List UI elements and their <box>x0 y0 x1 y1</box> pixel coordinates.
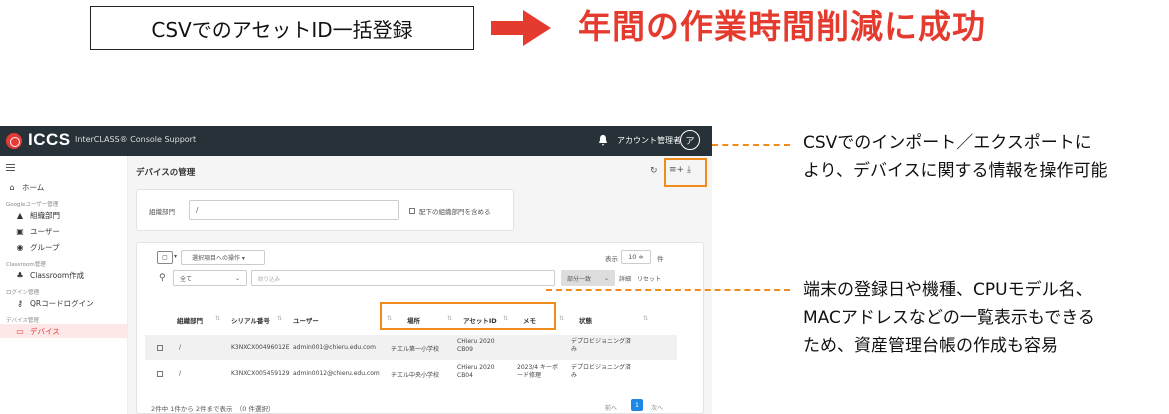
cell-org: / <box>179 370 182 377</box>
graduation-cap-icon: ▲ <box>16 211 24 220</box>
download-icon[interactable]: ⤓ <box>687 165 691 175</box>
account-name[interactable]: アカウント管理者 <box>617 135 681 146</box>
checkbox-icon[interactable] <box>409 208 415 214</box>
prev-page-button[interactable]: 前へ <box>605 403 617 412</box>
sidebar-group-google: Googleユーザー管理 <box>6 202 59 208</box>
cell-location: チエル中央小学校 <box>391 372 440 379</box>
column-header-org[interactable]: 組織部門 <box>177 315 203 325</box>
app-window: ICCS InterCLASS® Console Support アカウント管理… <box>0 126 712 414</box>
cell-org: / <box>179 344 182 351</box>
select-all-checkbox[interactable]: ▢ <box>157 251 173 264</box>
cell-status: デプロビジョニング済み <box>571 338 632 353</box>
annotation-csv-line1: CSVでのインポート／エクスポートに <box>803 133 1092 153</box>
sidebar-item-device[interactable]: ▭ デバイス <box>14 326 60 337</box>
chevron-down-icon: ⌄ <box>234 274 240 282</box>
page-size-select[interactable]: 10 ≑ <box>621 250 651 264</box>
bulk-action-button[interactable]: 選択項目への操作 ▾ <box>181 250 265 265</box>
column-header-status[interactable]: 状態 <box>579 315 592 325</box>
import-icon[interactable]: ≡+ <box>669 165 684 175</box>
cell-user: admin0012@chieru.edu.com <box>293 370 380 377</box>
classroom-icon: ♣ <box>16 271 24 280</box>
bell-icon[interactable] <box>598 135 608 146</box>
sort-icon[interactable]: ⇅ <box>215 315 220 322</box>
keyword-input[interactable]: 絞り込み <box>251 270 555 286</box>
sidebar-group-device: デバイス管理 <box>6 318 39 324</box>
current-page-button[interactable]: 1 <box>631 399 643 411</box>
chevron-down-icon: ⌄ <box>603 274 609 282</box>
sort-icon[interactable]: ⇅ <box>559 315 564 322</box>
menu-icon[interactable] <box>6 164 15 171</box>
filter-card: 組織部門 / 配下の組織部門を含める <box>136 189 514 231</box>
hero-title: CSVでのアセットID一括登録 <box>151 17 413 42</box>
sidebar-item-org[interactable]: ▲ 組織部門 <box>14 210 60 221</box>
sidebar-group-classroom: Classroom管理 <box>6 262 46 268</box>
laptop-icon: ▭ <box>16 327 24 336</box>
display-unit: 件 <box>657 255 664 263</box>
refresh-icon[interactable]: ↻ <box>650 166 658 176</box>
cell-memo: 2023/4 キーボード修理 <box>517 364 559 379</box>
cell-serial: K3NXCX00496012E <box>231 344 290 351</box>
sidebar-item-groups[interactable]: ◉ グループ <box>14 242 60 253</box>
key-icon: ⚷ <box>17 299 23 308</box>
column-header-user[interactable]: ユーザー <box>293 315 319 325</box>
logo-icon <box>6 133 22 149</box>
device-table-card: ▢ ▾ 選択項目への操作 ▾ 表示 10 ≑ 件 ⚲ 全て ⌄ 絞り込み 部分一致… <box>136 242 704 414</box>
org-label: 組織部門 <box>149 208 175 216</box>
annotation-list-line3: ため、資産管理台帳の作成も容易 <box>803 336 1058 356</box>
hero-title-box: CSVでのアセットID一括登録 <box>90 6 474 50</box>
row-checkbox[interactable] <box>157 371 163 377</box>
chevron-down-icon[interactable]: ▾ <box>174 253 177 260</box>
sidebar-item-home[interactable]: ⌂ ホーム <box>6 182 44 193</box>
main-content: デバイスの管理 ↻ ≡+ ⤓ 組織部門 / 配下の組織部門を含める ▢ ▾ 選択… <box>128 156 712 414</box>
include-sub-checkbox[interactable]: 配下の組織部門を含める <box>409 206 491 216</box>
brand-subtitle: InterCLASS® Console Support <box>75 135 197 144</box>
next-page-button[interactable]: 次へ <box>651 403 663 412</box>
table-row[interactable]: / K3NXCX00496012E admin001@chieru.edu.co… <box>145 335 677 360</box>
table-row[interactable]: / K3NXCX005459129 admin0012@chieru.edu.c… <box>145 361 677 386</box>
annotation-connector-csv <box>712 144 790 146</box>
column-header-serial[interactable]: シリアル番号 <box>231 315 270 325</box>
home-icon: ⌂ <box>9 183 15 192</box>
display-label: 表示 <box>605 255 618 263</box>
cell-asset: CHieru 2020 CB04 <box>457 364 495 379</box>
reset-link[interactable]: リセット <box>637 274 661 283</box>
sidebar-item-qr[interactable]: ⚷ QRコードログイン <box>14 298 94 309</box>
advanced-search-link[interactable]: 詳細 <box>619 274 631 283</box>
annotation-connector-list <box>546 289 790 291</box>
hero-headline: 年間の作業時間削減に成功 <box>578 7 986 46</box>
sort-icon[interactable]: ⇅ <box>277 315 282 322</box>
cell-status: デプロビジョニング済み <box>571 364 632 379</box>
table-footer-info: 2件中 1件から 2件まで表示 （0 件選択） <box>151 405 275 413</box>
avatar[interactable]: ア <box>680 130 700 150</box>
cell-serial: K3NXCX005459129 <box>231 370 290 377</box>
annotation-list-line2: MACアドレスなどの一覧表示もできる <box>803 308 1095 328</box>
page-title: デバイスの管理 <box>136 168 196 178</box>
arrow-right-icon <box>491 10 551 46</box>
sidebar-group-login: ログイン管理 <box>6 290 40 296</box>
sidebar-item-classroom[interactable]: ♣ Classroom作成 <box>14 270 84 281</box>
columns-highlight <box>380 302 556 330</box>
sort-icon[interactable]: ⇅ <box>643 315 648 322</box>
brand-name: ICCS <box>28 130 71 149</box>
group-icon: ◉ <box>16 243 24 252</box>
match-mode-select[interactable]: 部分一致 ⌄ <box>561 270 615 286</box>
top-bar: ICCS InterCLASS® Console Support アカウント管理… <box>0 126 712 156</box>
user-card-icon: ▣ <box>16 227 24 236</box>
sidebar: ⌂ ホーム Googleユーザー管理 ▲ 組織部門 ▣ ユーザー ◉ グループ … <box>0 156 128 414</box>
scope-select[interactable]: 全て ⌄ <box>173 270 247 286</box>
annotation-csv-line2: より、デバイスに関する情報を操作可能 <box>803 161 1108 181</box>
annotation-list-line1: 端末の登録日や機種、CPUモデル名、 <box>803 280 1093 300</box>
sidebar-item-users[interactable]: ▣ ユーザー <box>14 226 60 237</box>
cell-asset: CHieru 2020 CB09 <box>457 338 495 353</box>
row-checkbox[interactable] <box>157 345 163 351</box>
search-icon: ⚲ <box>159 273 166 283</box>
org-input[interactable]: / <box>189 200 399 220</box>
cell-user: admin001@chieru.edu.com <box>293 344 376 351</box>
cell-location: チエル第一小学校 <box>391 346 440 353</box>
